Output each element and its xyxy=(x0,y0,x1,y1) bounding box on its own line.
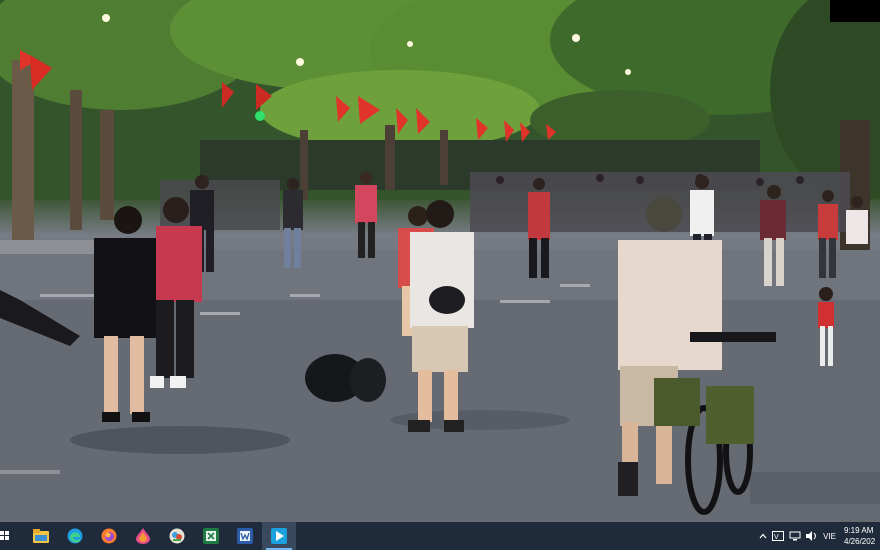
svg-text:V: V xyxy=(774,534,779,541)
clock-time: 9:19 AM xyxy=(844,526,874,535)
taskbar-media-player[interactable] xyxy=(262,522,296,550)
taskbar-firefox[interactable] xyxy=(92,522,126,550)
edge-icon xyxy=(67,528,83,544)
paint-drop-icon xyxy=(136,528,150,544)
volume-icon[interactable] xyxy=(806,531,818,541)
system-tray: V VIE 9:19 AM 4/26/202 xyxy=(759,522,880,550)
excel-icon xyxy=(203,528,219,544)
video-frame[interactable] xyxy=(0,0,880,522)
taskbar-photo-viewer[interactable] xyxy=(160,522,194,550)
clock[interactable]: 9:19 AM 4/26/202 xyxy=(844,525,880,547)
network-icon[interactable] xyxy=(789,531,801,541)
taskbar-file-explorer[interactable] xyxy=(24,522,58,550)
taskbar-paint-3d[interactable] xyxy=(126,522,160,550)
taskbar-word[interactable] xyxy=(228,522,262,550)
taskbar-excel[interactable] xyxy=(194,522,228,550)
taskbar: V VIE 9:19 AM 4/26/202 xyxy=(0,522,880,550)
media-player-icon xyxy=(271,528,287,544)
unikey-icon[interactable]: V xyxy=(772,531,785,541)
clock-date: 4/26/202 xyxy=(844,537,876,546)
photo-viewer-icon xyxy=(169,528,185,544)
taskbar-edge[interactable] xyxy=(58,522,92,550)
folder-icon xyxy=(33,529,49,543)
start-button[interactable] xyxy=(0,522,16,550)
windows-icon xyxy=(0,531,9,540)
word-icon xyxy=(237,528,253,544)
video-corner-overlay xyxy=(830,0,880,22)
firefox-icon xyxy=(101,528,117,544)
street-scene xyxy=(0,0,880,522)
language-indicator[interactable]: VIE xyxy=(823,532,836,541)
chevron-up-icon[interactable] xyxy=(759,533,767,539)
